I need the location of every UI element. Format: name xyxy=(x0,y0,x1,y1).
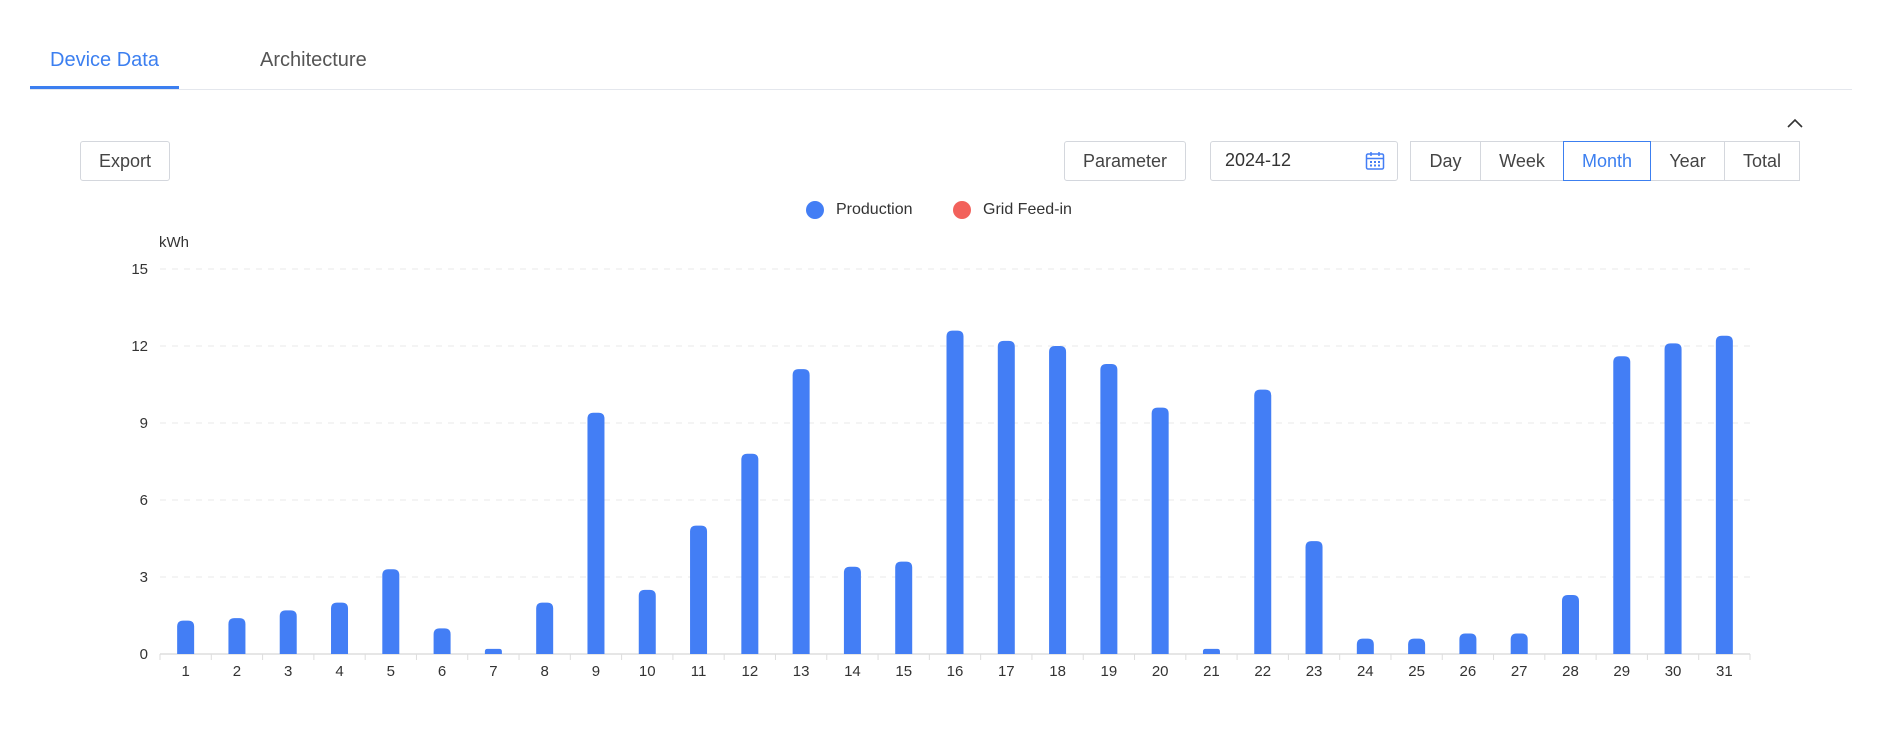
bar-production-day-19[interactable] xyxy=(1100,363,1118,654)
bar-production-day-30[interactable] xyxy=(1664,343,1682,654)
x-tick-label: 13 xyxy=(793,663,810,680)
bar-production-day-9[interactable] xyxy=(587,412,605,654)
bar-production-day-10[interactable] xyxy=(638,589,656,654)
x-tick-label: 18 xyxy=(1049,663,1066,680)
bar-production-day-16[interactable] xyxy=(946,330,964,654)
bar-production-day-7[interactable] xyxy=(484,648,502,654)
period-total-button[interactable]: Total xyxy=(1724,141,1800,181)
bar-production-day-2[interactable] xyxy=(228,618,246,654)
tab-device-data[interactable]: Device Data xyxy=(30,40,179,89)
x-tick-label: 12 xyxy=(741,663,758,680)
period-day-button[interactable]: Day xyxy=(1410,141,1481,181)
bar-production-day-17[interactable] xyxy=(997,340,1015,654)
x-tick-label: 9 xyxy=(592,663,600,680)
bar-production-day-26[interactable] xyxy=(1459,633,1477,654)
x-tick-label: 16 xyxy=(947,663,964,680)
period-year-button[interactable]: Year xyxy=(1650,141,1725,181)
legend-label: Grid Feed-in xyxy=(983,201,1072,218)
y-tick-label: 12 xyxy=(131,338,148,355)
bar-production-day-28[interactable] xyxy=(1561,594,1579,654)
bar-production-day-4[interactable] xyxy=(331,602,349,654)
x-tick-label: 24 xyxy=(1357,663,1374,680)
period-selector: Day Week Month Year Total xyxy=(1410,141,1800,181)
bar-production-day-12[interactable] xyxy=(741,453,759,654)
export-button[interactable]: Export xyxy=(80,141,170,181)
date-input[interactable] xyxy=(1225,150,1355,171)
bar-production-day-13[interactable] xyxy=(792,369,810,654)
x-tick-label: 31 xyxy=(1716,663,1733,680)
x-tick-label: 28 xyxy=(1562,663,1579,680)
x-tick-label: 8 xyxy=(541,663,549,680)
bar-production-day-21[interactable] xyxy=(1202,648,1220,654)
y-tick-label: 0 xyxy=(140,646,148,663)
tab-architecture[interactable]: Architecture xyxy=(240,40,387,88)
chevron-up-icon[interactable] xyxy=(1786,116,1804,130)
x-tick-label: 1 xyxy=(181,663,189,680)
month-picker[interactable] xyxy=(1210,141,1398,181)
legend-item-production[interactable]: Production xyxy=(806,198,913,222)
period-week-button[interactable]: Week xyxy=(1480,141,1564,181)
x-tick-label: 14 xyxy=(844,663,861,680)
y-tick-label: 9 xyxy=(140,415,148,432)
bar-production-day-29[interactable] xyxy=(1613,356,1631,654)
bar-production-day-8[interactable] xyxy=(536,602,554,654)
calendar-icon[interactable] xyxy=(1365,151,1385,171)
bar-production-day-23[interactable] xyxy=(1305,541,1323,654)
x-tick-label: 22 xyxy=(1254,663,1271,680)
bar-production-day-24[interactable] xyxy=(1356,638,1374,654)
parameter-button[interactable]: Parameter xyxy=(1064,141,1186,181)
x-tick-label: 3 xyxy=(284,663,292,680)
x-tick-label: 11 xyxy=(691,663,707,680)
chart-legend: Production Grid Feed-in xyxy=(0,198,1880,222)
y-tick-label: 3 xyxy=(140,569,148,586)
x-tick-label: 7 xyxy=(489,663,497,680)
x-tick-label: 26 xyxy=(1460,663,1477,680)
bar-production-day-27[interactable] xyxy=(1510,633,1528,654)
x-tick-label: 15 xyxy=(895,663,912,680)
bar-production-day-14[interactable] xyxy=(843,566,861,654)
period-month-button[interactable]: Month xyxy=(1563,141,1651,181)
bar-production-day-31[interactable] xyxy=(1715,335,1733,654)
bar-production-day-3[interactable] xyxy=(279,610,297,654)
bar-production-day-18[interactable] xyxy=(1049,346,1067,654)
bar-production-day-20[interactable] xyxy=(1151,407,1169,654)
x-tick-label: 5 xyxy=(387,663,395,680)
x-tick-label: 19 xyxy=(1101,663,1118,680)
x-tick-label: 4 xyxy=(335,663,343,680)
x-tick-label: 10 xyxy=(639,663,656,680)
legend-dot-production xyxy=(806,201,824,219)
bar-production-day-5[interactable] xyxy=(382,569,400,654)
x-tick-label: 17 xyxy=(998,663,1015,680)
bar-production-day-22[interactable] xyxy=(1254,389,1272,654)
bar-production-day-11[interactable] xyxy=(690,525,708,654)
x-tick-label: 29 xyxy=(1613,663,1630,680)
x-tick-label: 6 xyxy=(438,663,446,680)
y-tick-label: 6 xyxy=(140,492,148,509)
production-bar-chart: kWh 03691215 1 2 3 4 5 6 7 8 9 10 11 12 13 14 15 16 17 18… xyxy=(131,234,1751,680)
legend-dot-grid-feed-in xyxy=(953,201,971,219)
x-tick-label: 25 xyxy=(1408,663,1425,680)
x-tick-label: 21 xyxy=(1203,663,1220,680)
x-tick-label: 30 xyxy=(1665,663,1682,680)
y-axis-label: kWh xyxy=(159,234,189,251)
bar-production-day-15[interactable] xyxy=(895,561,913,654)
tab-bar: Device Data Architecture xyxy=(30,40,1852,90)
x-tick-label: 27 xyxy=(1511,663,1528,680)
bar-production-day-6[interactable] xyxy=(433,628,451,654)
legend-label: Production xyxy=(836,201,913,218)
legend-item-grid-feed-in[interactable]: Grid Feed-in xyxy=(953,198,1072,222)
x-tick-label: 2 xyxy=(233,663,241,680)
y-tick-label: 15 xyxy=(131,261,148,278)
bar-production-day-1[interactable] xyxy=(177,620,195,654)
x-tick-label: 23 xyxy=(1306,663,1323,680)
x-tick-label: 20 xyxy=(1152,663,1169,680)
bar-production-day-25[interactable] xyxy=(1408,638,1426,654)
